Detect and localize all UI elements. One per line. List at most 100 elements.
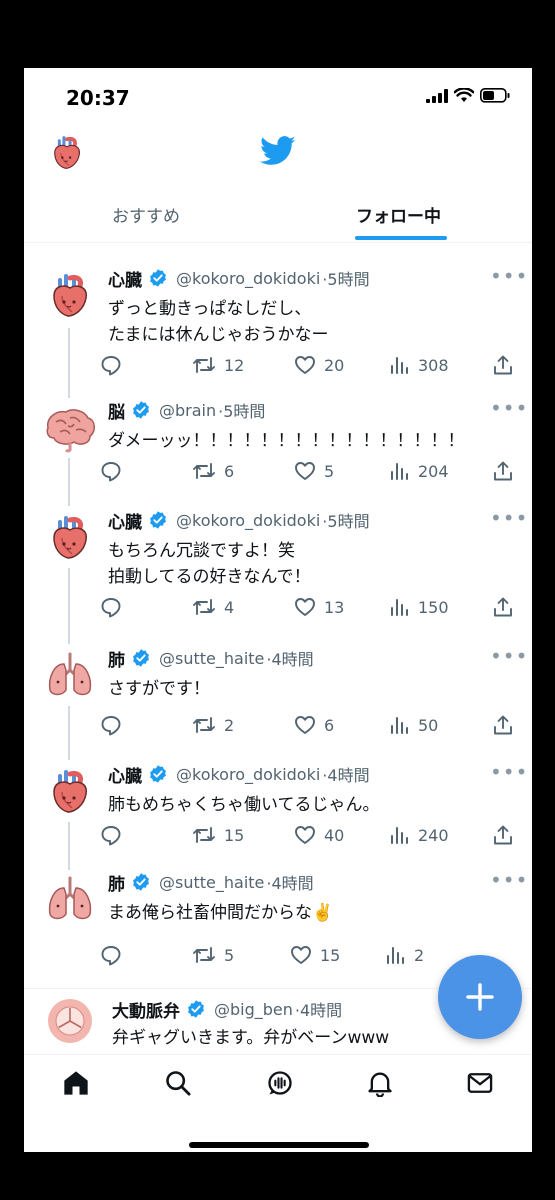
- view-count: 240: [418, 825, 449, 845]
- reply-icon: [100, 354, 122, 376]
- nav-home[interactable]: [62, 1069, 90, 1101]
- status-time: 20:37: [66, 86, 130, 110]
- more-options-icon[interactable]: •••: [490, 644, 528, 668]
- like-button[interactable]: 15: [290, 944, 340, 966]
- tweet-actions: 2 6 50: [100, 714, 520, 744]
- bottom-navigation: [24, 1054, 532, 1115]
- tweet-author-name[interactable]: 肺: [108, 870, 125, 895]
- tweet-time: ·5時間: [322, 270, 370, 289]
- reply-button[interactable]: [100, 460, 122, 482]
- reply-button[interactable]: [100, 714, 122, 736]
- compose-tweet-button[interactable]: [438, 955, 522, 1039]
- nav-search[interactable]: [164, 1069, 192, 1101]
- retweet-button[interactable]: 12: [192, 354, 244, 376]
- brain-icon: [40, 398, 100, 458]
- profile-avatar[interactable]: [44, 130, 90, 176]
- views-button[interactable]: 308: [388, 354, 449, 376]
- heart-icon: [40, 508, 100, 568]
- reply-button[interactable]: [100, 354, 122, 376]
- verified-badge-icon: [148, 268, 168, 288]
- heart-outline-icon: [294, 596, 316, 618]
- tweet-text: もちろん冗談ですよ！笑 拍動してるの好きなんで！: [108, 541, 311, 587]
- view-count: 204: [418, 461, 449, 481]
- tweet-handle[interactable]: @kokoro_dokidoki: [176, 269, 320, 288]
- retweet-button[interactable]: 2: [192, 714, 234, 736]
- share-button[interactable]: [492, 460, 514, 482]
- reply-button[interactable]: [100, 944, 122, 966]
- share-button[interactable]: [492, 354, 514, 376]
- status-icons: [426, 88, 510, 103]
- views-button[interactable]: 50: [388, 714, 438, 736]
- tweet-author-name[interactable]: 心臓: [108, 266, 142, 291]
- tweet-author-name[interactable]: 脳: [108, 398, 125, 423]
- tweet-author-name[interactable]: 肺: [108, 646, 125, 671]
- tweet-handle[interactable]: @sutte_haite: [159, 649, 264, 668]
- tweet-avatar[interactable]: [40, 646, 100, 706]
- search-icon: [166, 1071, 191, 1096]
- more-options-icon[interactable]: •••: [490, 506, 528, 530]
- plus-icon: [466, 983, 494, 1011]
- tweet-author-name[interactable]: 大動脈弁: [112, 997, 180, 1022]
- share-button[interactable]: [492, 714, 514, 736]
- twitter-bird-icon[interactable]: [260, 136, 296, 166]
- tweet-avatar[interactable]: [40, 870, 100, 930]
- like-button[interactable]: 20: [294, 354, 344, 376]
- heart-icon: [40, 762, 100, 822]
- views-button[interactable]: 204: [388, 460, 449, 482]
- retweet-button[interactable]: 6: [192, 460, 234, 482]
- more-options-icon[interactable]: •••: [490, 760, 528, 784]
- nav-messages[interactable]: [466, 1069, 494, 1101]
- tab-following[interactable]: フォロー中: [356, 202, 441, 227]
- tweet-handle[interactable]: @brain: [159, 401, 216, 420]
- like-button[interactable]: 13: [294, 596, 344, 618]
- tweet-handle[interactable]: @sutte_haite: [159, 873, 264, 892]
- nav-spaces[interactable]: [266, 1069, 294, 1101]
- reply-button[interactable]: [100, 824, 122, 846]
- tweet-text: ダメーッッ！！！！！！！！！！！！！！！！: [108, 431, 465, 451]
- heart-outline-icon: [294, 714, 316, 736]
- timeline-tabs: おすすめ フォロー中: [24, 186, 532, 243]
- views-button[interactable]: 150: [388, 596, 449, 618]
- tweet-avatar[interactable]: [40, 266, 100, 326]
- reply-icon: [100, 824, 122, 846]
- share-icon: [492, 354, 514, 376]
- views-button[interactable]: 2: [384, 944, 424, 966]
- like-count: 5: [324, 461, 335, 481]
- tweet-time: ·4時間: [322, 766, 370, 785]
- retweet-button[interactable]: 4: [192, 596, 234, 618]
- tweet-handle[interactable]: @kokoro_dokidoki: [176, 765, 320, 784]
- tweet-author-name[interactable]: 心臓: [108, 508, 142, 533]
- tweet-handle[interactable]: @kokoro_dokidoki: [176, 511, 320, 530]
- like-count: 15: [320, 945, 341, 965]
- home-icon: [64, 1071, 88, 1095]
- reply-icon: [100, 714, 122, 736]
- tweet-avatar[interactable]: [40, 398, 100, 458]
- tweet-actions: 6 5 204: [100, 460, 520, 490]
- more-options-icon[interactable]: •••: [490, 396, 528, 420]
- retweet-button[interactable]: 15: [192, 824, 244, 846]
- tweet-handle[interactable]: @big_ben: [214, 1000, 293, 1019]
- retweet-count: 12: [224, 355, 245, 375]
- tab-recommended[interactable]: おすすめ: [112, 202, 180, 227]
- tweet-time: ·5時間: [322, 512, 370, 531]
- tweet-avatar[interactable]: [40, 762, 100, 822]
- more-options-icon[interactable]: •••: [490, 264, 528, 288]
- reply-button[interactable]: [100, 596, 122, 618]
- more-options-icon[interactable]: •••: [490, 868, 528, 892]
- retweet-icon: [192, 824, 216, 846]
- like-button[interactable]: 6: [294, 714, 334, 736]
- nav-notifications[interactable]: [366, 1069, 394, 1101]
- tweet-avatar[interactable]: [40, 508, 100, 568]
- heart-outline-icon: [290, 944, 312, 966]
- share-button[interactable]: [492, 596, 514, 618]
- view-count: 308: [418, 355, 449, 375]
- lungs-icon: [40, 870, 100, 930]
- verified-badge-icon: [148, 764, 168, 784]
- retweet-button[interactable]: 5: [192, 944, 234, 966]
- views-button[interactable]: 240: [388, 824, 449, 846]
- like-button[interactable]: 5: [294, 460, 334, 482]
- tweet-author-name[interactable]: 心臓: [108, 762, 142, 787]
- like-button[interactable]: 40: [294, 824, 344, 846]
- share-button[interactable]: [492, 824, 514, 846]
- tweet-avatar[interactable]: [40, 991, 100, 1051]
